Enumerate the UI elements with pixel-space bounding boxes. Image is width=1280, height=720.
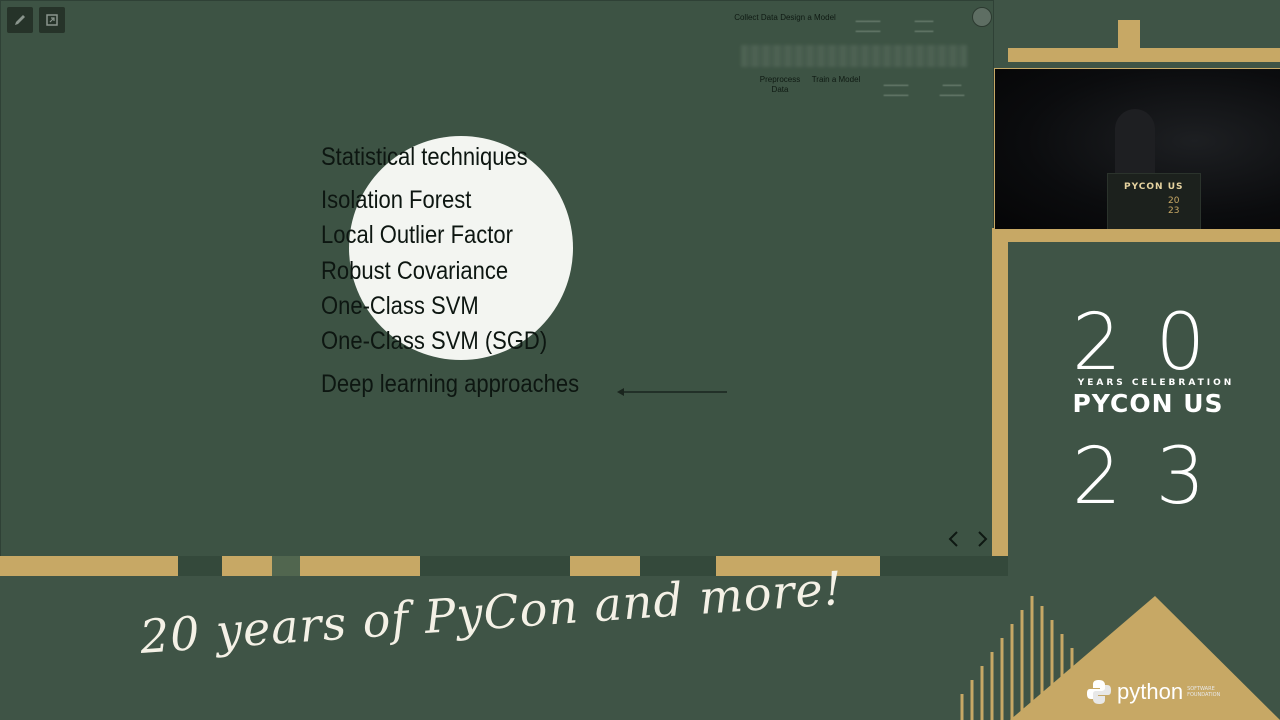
gold-bar [992, 228, 1280, 242]
chevron-right-icon[interactable] [975, 529, 991, 549]
python-wordmark: python [1117, 679, 1184, 704]
pipeline-step-preprocess-data: Preprocess Data [759, 75, 801, 94]
technique-item: One-Class SVM [321, 292, 479, 320]
speaker-silhouette [1115, 109, 1155, 179]
gold-bar [1008, 48, 1280, 62]
chevron-left-icon[interactable] [945, 529, 961, 549]
python-software-foundation-logo: python SOFTWARE FOUNDATION [1085, 678, 1227, 706]
technique-item: Robust Covariance [321, 257, 509, 285]
pipeline-step-hidden: ▁▁▁ ▁▁▁▁ [939, 77, 965, 96]
arrow-left-icon [617, 388, 727, 396]
deep-learning-item: Deep learning approaches [321, 370, 580, 398]
logo-year-bottom: 23 [1072, 432, 1240, 522]
pipeline-diagram: Collect Data Design a Model ▁▁▁▁ ▁▁▁▁ ▁▁▁… [727, 11, 977, 101]
close-icon[interactable] [972, 7, 992, 27]
python-wordmark-sub: SOFTWARE FOUNDATION [1187, 686, 1221, 698]
speaker-camera-feed: PYCON US 20 23 [994, 68, 1280, 230]
gold-bar [992, 242, 1008, 576]
logo-year-top: 20 [1072, 298, 1240, 388]
technique-item: Isolation Forest [321, 186, 472, 214]
slide-navigation [945, 529, 991, 549]
pycon-logo: 20 YEARS CELEBRATION PYCON US 23 [1008, 246, 1280, 576]
podium-year-top: 20 [1168, 196, 1180, 206]
logo-name: PYCON US [1072, 389, 1224, 418]
technique-item: Local Outlier Factor [321, 221, 513, 249]
podium-year-bottom: 23 [1168, 206, 1180, 216]
expand-icon[interactable] [39, 7, 65, 33]
pipeline-step-hidden: ▁▁▁ ▁▁▁ [914, 13, 934, 32]
pipeline-step-train-model: Train a Model [811, 75, 861, 84]
gold-bar [1118, 20, 1140, 48]
pipeline-step-hidden: ▁▁▁▁ ▁▁▁▁ [883, 77, 909, 96]
logo-subtitle: YEARS CELEBRATION [1077, 378, 1235, 388]
pipeline-step-design-model: Design a Model [780, 13, 836, 22]
pencil-icon[interactable] [7, 7, 33, 33]
gold-strip [0, 556, 1008, 576]
pipeline-step-hidden: ▁▁▁▁ ▁▁▁▁ [855, 13, 881, 32]
slide-heading: Statistical techniques [321, 143, 528, 171]
pipeline-connector-band [741, 45, 967, 67]
slide-toolbar [7, 7, 65, 33]
podium: PYCON US 20 23 [1107, 173, 1201, 229]
banner-tagline: 20 years of PyCon and more! [138, 560, 845, 664]
pipeline-step-collect-data: Collect Data [734, 13, 778, 22]
python-logo-icon [1087, 680, 1111, 704]
technique-item: One-Class SVM (SGD) [321, 327, 548, 355]
slide-frame: Collect Data Design a Model ▁▁▁▁ ▁▁▁▁ ▁▁▁… [0, 0, 994, 558]
